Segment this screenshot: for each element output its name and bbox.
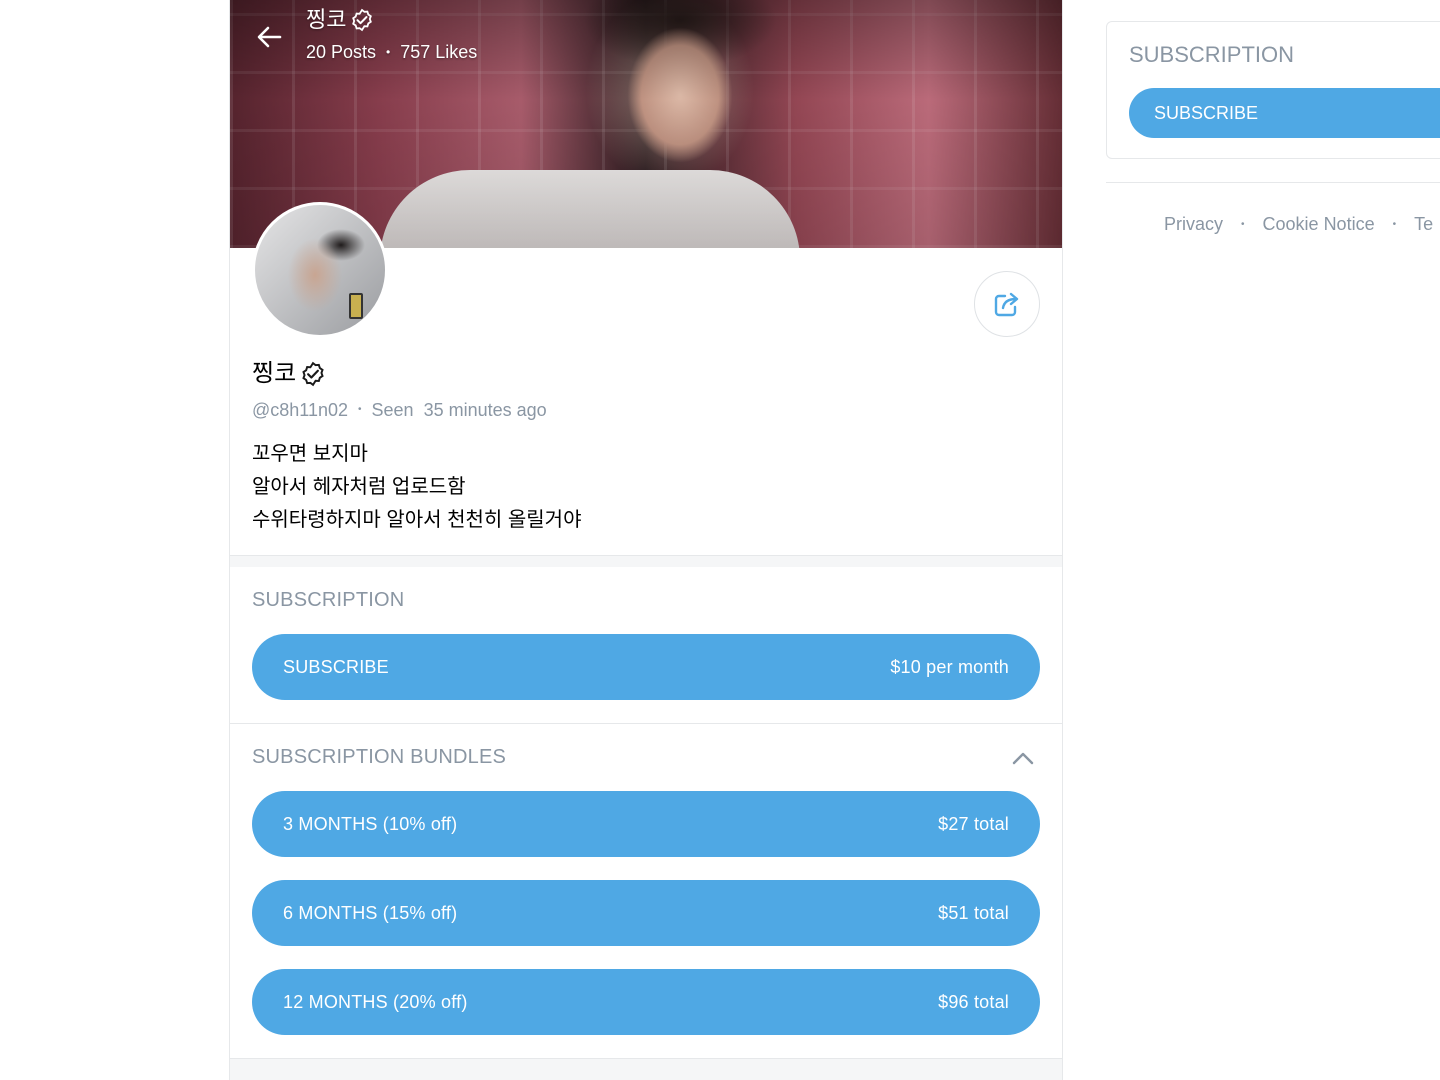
terms-link[interactable]: Te <box>1414 214 1433 235</box>
profile-meta: @c8h11n02 • Seen 35 minutes ago <box>252 400 547 420</box>
sidebar-subscribe-button[interactable]: SUBSCRIBE <box>1129 88 1440 138</box>
chevron-up-icon <box>1012 752 1034 765</box>
footer-links: Privacy • Cookie Notice • Te <box>1164 214 1434 235</box>
back-button[interactable] <box>252 20 286 54</box>
bio-line: 꼬우면 보지마 <box>252 443 368 465</box>
profile-column: 찡코 20 Posts • 757 Likes 찡코 @c8h11n02 • S… <box>229 0 1063 1080</box>
posts-count: 20 Posts <box>306 42 377 62</box>
cover-header: 찡코 20 Posts • 757 Likes <box>306 6 477 66</box>
bundle-price: $51 total <box>938 902 1009 923</box>
bundle-label: 3 MONTHS (10% off) <box>283 813 458 834</box>
bio-line: 수위타령하지마 알아서 천천히 올릴거야 <box>252 509 582 531</box>
avatar[interactable] <box>252 202 388 338</box>
share-icon <box>994 292 1019 317</box>
subscription-title: SUBSCRIPTION <box>252 589 405 611</box>
bundle-3-months-button[interactable]: 3 MONTHS (10% off) $27 total <box>252 791 1040 857</box>
sidebar-subscription-title: SUBSCRIPTION <box>1129 42 1295 67</box>
profile-bio: 꼬우면 보지마 알아서 헤자처럼 업로드함 수위타령하지마 알아서 천천히 올릴… <box>252 438 581 537</box>
collapse-bundles-button[interactable] <box>1010 745 1036 771</box>
subscribe-button[interactable]: SUBSCRIBE $10 per month <box>252 634 1040 700</box>
last-seen: Seen 35 minutes ago <box>371 400 547 420</box>
profile-name: 찡코 <box>252 358 326 390</box>
bundle-price: $27 total <box>938 813 1009 834</box>
divider <box>1106 182 1440 183</box>
bundle-12-months-button[interactable]: 12 MONTHS (20% off) $96 total <box>252 969 1040 1035</box>
verified-badge-icon <box>302 361 324 387</box>
header-name: 찡코 <box>306 7 347 32</box>
bundle-label: 6 MONTHS (15% off) <box>283 902 458 923</box>
bundle-label: 12 MONTHS (20% off) <box>283 991 468 1012</box>
cookie-notice-link[interactable]: Cookie Notice <box>1263 214 1375 235</box>
section-divider <box>230 555 1062 567</box>
share-button[interactable] <box>974 271 1040 337</box>
bundle-6-months-button[interactable]: 6 MONTHS (15% off) $51 total <box>252 880 1040 946</box>
bundles-title: SUBSCRIPTION BUNDLES <box>252 746 507 768</box>
subscribe-price: $10 per month <box>890 656 1009 677</box>
subscribe-label: SUBSCRIBE <box>283 656 389 677</box>
likes-count: 757 Likes <box>400 42 478 62</box>
bio-line: 알아서 헤자처럼 업로드함 <box>252 476 466 498</box>
verified-badge-icon <box>352 8 373 32</box>
divider <box>230 723 1062 724</box>
section-divider <box>230 1058 1062 1080</box>
privacy-link[interactable]: Privacy <box>1164 214 1223 235</box>
profile-handle: @c8h11n02 <box>252 400 349 420</box>
back-arrow-icon <box>257 26 282 48</box>
bundle-price: $96 total <box>938 991 1009 1012</box>
sidebar-subscription-card: SUBSCRIPTION SUBSCRIBE <box>1106 21 1440 159</box>
